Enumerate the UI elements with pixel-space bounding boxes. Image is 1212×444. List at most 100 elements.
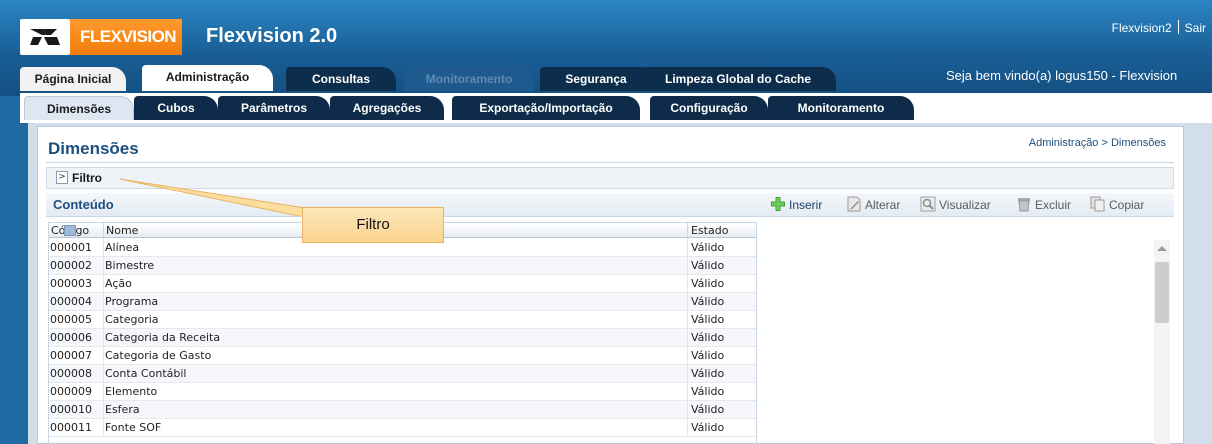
copy-button[interactable]: Copiar xyxy=(1090,196,1144,214)
cell-state: Válido xyxy=(691,367,725,380)
separator xyxy=(1177,20,1179,34)
cell-name: Programa xyxy=(105,295,159,308)
flexvision-logo-icon xyxy=(20,19,70,55)
logout-link[interactable]: Sair xyxy=(1185,21,1206,35)
breadcrumb: Administração > Dimensões xyxy=(1028,137,1166,149)
cell-state: Válido xyxy=(691,313,725,326)
column-divider xyxy=(687,311,688,329)
table-row[interactable]: 000003 Ação Válido xyxy=(49,275,756,293)
table-row[interactable]: 000002 Bimestre Válido xyxy=(49,257,756,275)
page-title: Dimensões xyxy=(48,139,139,158)
cell-state: Válido xyxy=(691,331,725,344)
cell-name: Esfera xyxy=(105,403,140,416)
cell-name: Alínea xyxy=(105,241,140,254)
view-button[interactable]: Visualizar xyxy=(920,196,991,214)
expand-toggle-icon[interactable]: > xyxy=(56,171,68,184)
edit-label: Alterar xyxy=(865,198,901,212)
column-divider xyxy=(103,383,104,401)
column-divider xyxy=(103,419,104,437)
brand-label: FLEXVISION xyxy=(70,19,182,55)
cell-code: 000011 xyxy=(50,421,92,434)
tab-consultas[interactable]: Consultas xyxy=(286,67,396,91)
subtab-cubos[interactable]: Cubos xyxy=(134,96,218,120)
subtab-dimensoes[interactable]: Dimensões xyxy=(24,96,134,120)
cell-code: 000009 xyxy=(50,385,92,398)
cell-name: Elemento xyxy=(105,385,158,398)
cell-state: Válido xyxy=(691,385,725,398)
table-row[interactable]: 000008 Conta Contábil Válido xyxy=(49,365,756,383)
table-row[interactable]: 000007 Categoria de Gasto Válido xyxy=(49,347,756,365)
column-divider xyxy=(103,239,104,257)
cell-name: Ação xyxy=(105,277,132,290)
table-row[interactable]: 000005 Categoria Válido xyxy=(49,311,756,329)
user-link[interactable]: Flexvision2 xyxy=(1112,21,1172,35)
table-row[interactable]: 000010 Esfera Válido xyxy=(49,401,756,419)
table-row[interactable]: 000009 Elemento Válido xyxy=(49,383,756,401)
column-divider xyxy=(687,347,688,365)
scroll-up-arrow-icon[interactable] xyxy=(1157,246,1167,251)
column-divider xyxy=(103,329,104,347)
magnifier-icon xyxy=(920,196,936,212)
cell-state: Válido xyxy=(691,277,725,290)
column-divider xyxy=(687,383,688,401)
edit-document-icon xyxy=(846,196,862,212)
column-divider xyxy=(687,293,688,311)
column-divider xyxy=(103,257,104,275)
column-divider xyxy=(103,275,104,293)
copy-icon xyxy=(1090,196,1106,212)
tab-limpeza-global-cache[interactable]: Limpeza Global do Cache xyxy=(640,67,836,91)
cell-state: Válido xyxy=(691,241,725,254)
subtab-exportacao-importacao[interactable]: Exportação/Importação xyxy=(452,96,640,120)
view-label: Visualizar xyxy=(939,198,991,212)
content-title: Conteúdo xyxy=(53,197,114,212)
column-divider xyxy=(687,419,688,437)
column-header-state[interactable]: Estado xyxy=(691,224,728,238)
tab-seguranca[interactable]: Segurança xyxy=(540,67,652,91)
column-divider xyxy=(687,257,688,275)
cell-state: Válido xyxy=(691,403,725,416)
cell-name: Categoria xyxy=(105,313,159,326)
sort-indicator-icon[interactable] xyxy=(64,225,76,236)
callout-label: Filtro xyxy=(302,207,444,243)
subtab-monitoramento[interactable]: Monitoramento xyxy=(768,96,914,120)
column-divider xyxy=(103,401,104,419)
cell-code: 000006 xyxy=(50,331,92,344)
cell-code: 000005 xyxy=(50,313,92,326)
subtab-configuracao[interactable]: Configuração xyxy=(650,96,768,120)
column-header-name[interactable]: Nome xyxy=(106,224,138,238)
column-divider xyxy=(103,293,104,311)
title-divider xyxy=(46,162,1174,163)
welcome-message: Seja bem vindo(a) logus150 - Flexvision xyxy=(946,68,1178,83)
cell-name: Bimestre xyxy=(105,259,155,272)
cell-code: 000001 xyxy=(50,241,92,254)
column-divider xyxy=(687,401,688,419)
table-row[interactable]: 000004 Programa Válido xyxy=(49,293,756,311)
insert-button[interactable]: Inserir xyxy=(770,196,822,214)
table-row[interactable]: 000006 Categoria da Receita Válido xyxy=(49,329,756,347)
column-divider xyxy=(103,311,104,329)
cell-name: Categoria da Receita xyxy=(105,331,221,344)
column-divider xyxy=(103,365,104,383)
column-divider xyxy=(103,223,104,239)
scrollbar-thumb[interactable] xyxy=(1155,262,1169,323)
cell-state: Válido xyxy=(691,259,725,272)
cell-name: Conta Contábil xyxy=(105,367,187,380)
subtab-parametros[interactable]: Parâmetros xyxy=(218,96,330,120)
user-links: Flexvision2 Sair xyxy=(1112,20,1206,35)
cell-state: Válido xyxy=(691,349,725,362)
cell-state: Válido xyxy=(691,295,725,308)
cell-code: 000003 xyxy=(50,277,92,290)
subtab-agregacoes[interactable]: Agregações xyxy=(330,96,444,120)
filter-label[interactable]: Filtro xyxy=(72,171,102,185)
edit-button[interactable]: Alterar xyxy=(846,196,900,214)
column-divider xyxy=(687,329,688,347)
tab-administracao[interactable]: Administração xyxy=(142,65,273,91)
tab-monitoramento: Monitoramento xyxy=(404,67,534,91)
cell-code: 000002 xyxy=(50,259,92,272)
tab-pagina-inicial[interactable]: Página Inicial xyxy=(20,67,126,91)
table-row[interactable]: 000011 Fonte SOF Válido xyxy=(49,419,756,437)
cell-code: 000010 xyxy=(50,403,92,416)
cell-state: Válido xyxy=(691,421,725,434)
delete-button[interactable]: Excluir xyxy=(1016,196,1071,214)
plus-icon xyxy=(770,196,786,212)
